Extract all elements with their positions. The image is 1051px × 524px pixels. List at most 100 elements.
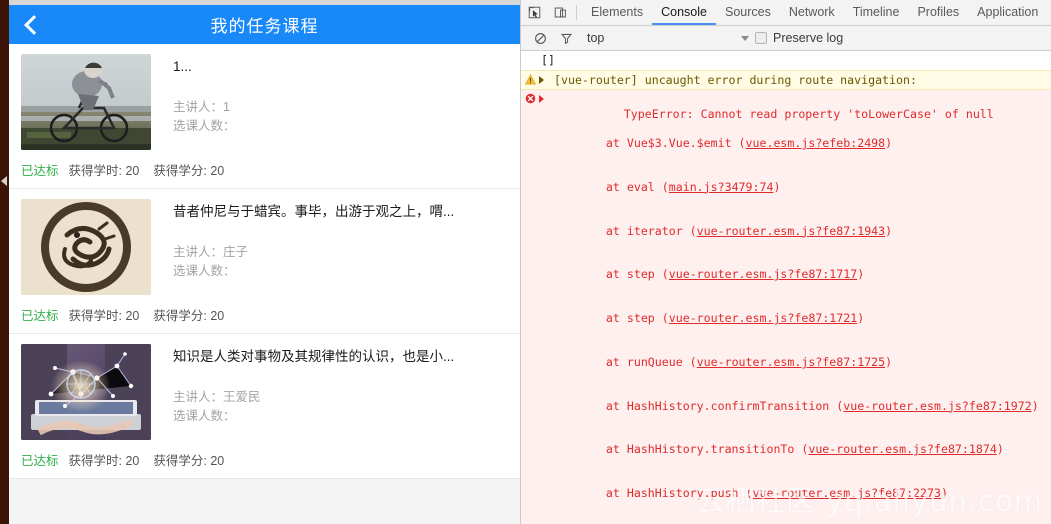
course-card-body: 1... 主讲人：1 选课人数： (21, 54, 508, 150)
stack-frame-close: ) (940, 486, 948, 501)
course-footer: 已达标 获得学时: 20 获得学分: 20 (21, 160, 508, 179)
course-meta: 主讲人：王爱民 选课人数： (173, 388, 508, 426)
warning-icon (521, 73, 539, 88)
course-meta: 主讲人：1 选课人数： (173, 98, 508, 136)
course-meta: 主讲人：庄子 选课人数： (173, 243, 508, 281)
stack-frame-fn: at Vue$3.Vue.$emit ( (578, 135, 746, 150)
console-row-warning[interactable]: [vue-router] uncaught error during route… (521, 69, 1051, 91)
course-hours: 获得学时: 20 (68, 164, 140, 178)
stack-frame-fn: at HashHistory.push ( (578, 486, 753, 501)
stack-frame-close: ) (773, 179, 781, 194)
expand-triangle-icon[interactable] (539, 75, 550, 84)
rail-resize-handle-icon[interactable] (1, 176, 7, 186)
course-footer: 已达标 获得学时: 20 获得学分: 20 (21, 450, 508, 469)
lecturer-label: 主讲人： (173, 100, 224, 114)
list-item[interactable]: 昔者仲尼与于蜡宾。事毕，出游于观之上，喟... 主讲人：庄子 选课人数： 已达标… (9, 189, 520, 334)
tab-sources[interactable]: Sources (716, 0, 780, 25)
stack-frame-fn: at iterator ( (578, 223, 697, 238)
console-context-value: top (587, 31, 605, 45)
stack-frame-source[interactable]: vue-router.esm.js?fe87:1874 (808, 442, 996, 456)
course-enrolled: 选课人数： (173, 407, 508, 426)
mobile-viewport: 我的任务课程 1... 主讲人：1 选课人数： 已达标 获得学时: 20 获得学… (9, 0, 520, 524)
course-credits: 获得学分: 20 (153, 164, 225, 178)
course-title: 知识是人类对事物及其规律性的认识，也是小... (173, 349, 455, 364)
error-title: TypeError: Cannot read property 'toLower… (623, 106, 994, 121)
course-title: 昔者仲尼与于蜡宾。事毕，出游于观之上，喟... (173, 204, 455, 219)
stack-frame-source[interactable]: vue-router.esm.js?fe87:2273 (753, 486, 941, 500)
status-badge: 已达标 (21, 164, 59, 178)
chevron-left-icon (24, 14, 44, 35)
preserve-log-label[interactable]: Preserve log (773, 31, 843, 45)
stack-frame-fn: at runQueue ( (578, 354, 697, 369)
tab-timeline[interactable]: Timeline (844, 0, 909, 25)
expand-triangle-icon[interactable] (539, 95, 550, 104)
console-context-select[interactable]: top (587, 31, 755, 45)
stack-frame-source[interactable]: vue-router.esm.js?fe87:1972 (843, 399, 1031, 413)
enrolled-label: 选课人数： (173, 264, 236, 278)
course-hours: 获得学时: 20 (68, 454, 140, 468)
console-row-empty-array: [] (521, 51, 1051, 70)
stack-frame: at HashHistory.transitionTo (vue-router.… (554, 442, 1051, 457)
warning-message: [vue-router] uncaught error during route… (554, 72, 917, 87)
stack-frame-fn: at step ( (578, 267, 669, 282)
course-enrolled: 选课人数： (173, 262, 508, 281)
course-list[interactable]: 1... 主讲人：1 选课人数： 已达标 获得学时: 20 获得学分: 20 昔… (9, 44, 520, 524)
devtools-tabbar: Elements Console Sources Network Timelin… (521, 0, 1051, 26)
course-lecturer: 主讲人：王爱民 (173, 388, 508, 407)
stack-frame-fn: at HashHistory.confirmTransition ( (578, 398, 844, 413)
console-empty-array-value: [] (541, 53, 555, 67)
lecturer-value: 1 (223, 100, 230, 114)
stack-frame-source[interactable]: vue-router.esm.js?fe87:1725 (697, 355, 885, 369)
stack-frame-close: ) (857, 311, 865, 326)
chevron-down-icon (741, 35, 749, 41)
toggle-device-toolbar-icon[interactable] (547, 0, 573, 25)
course-footer: 已达标 获得学时: 20 获得学分: 20 (21, 305, 508, 324)
app-header-bar: 我的任务课程 (9, 5, 520, 44)
device-emulation-rail (0, 0, 9, 524)
error-stack-block: TypeError: Cannot read property 'toLower… (554, 92, 1051, 524)
tab-console[interactable]: Console (652, 0, 716, 25)
lecturer-value: 庄子 (223, 245, 249, 259)
back-button[interactable] (9, 5, 55, 44)
list-item[interactable]: 知识是人类对事物及其规律性的认识，也是小... 主讲人：王爱民 选课人数： 已达… (9, 334, 520, 479)
lecturer-label: 主讲人： (173, 390, 224, 404)
stack-frame-close: ) (885, 223, 893, 238)
stack-frame-source[interactable]: main.js?3479:74 (669, 180, 774, 194)
course-title: 1... (173, 59, 192, 74)
tab-network[interactable]: Network (780, 0, 844, 25)
stack-frame: at runQueue (vue-router.esm.js?fe87:1725… (554, 355, 1051, 370)
tab-profiles[interactable]: Profiles (908, 0, 968, 25)
stack-frame-source[interactable]: vue.esm.js?efeb:2498 (746, 136, 886, 150)
stack-frame-close: ) (1031, 398, 1039, 413)
clear-console-icon[interactable] (527, 32, 553, 45)
course-credits: 获得学分: 20 (153, 454, 225, 468)
stack-frame: at iterator (vue-router.esm.js?fe87:1943… (554, 224, 1051, 239)
stack-frame-source[interactable]: vue-router.esm.js?fe87:1943 (697, 224, 885, 238)
course-card-body: 知识是人类对事物及其规律性的认识，也是小... 主讲人：王爱民 选课人数： (21, 344, 508, 440)
tab-application[interactable]: Application (968, 0, 1047, 25)
course-thumbnail-dragon-seal (21, 199, 151, 295)
stack-frame-close: ) (996, 442, 1004, 457)
tab-elements[interactable]: Elements (582, 0, 652, 25)
list-item[interactable]: 1... 主讲人：1 选课人数： 已达标 获得学时: 20 获得学分: 20 (9, 44, 520, 189)
stack-frame-fn: at step ( (578, 311, 669, 326)
stack-frame: at HashHistory.push (vue-router.esm.js?f… (554, 486, 1051, 501)
filter-funnel-icon[interactable] (553, 32, 579, 45)
inspect-element-icon[interactable] (521, 0, 547, 25)
stack-frame-close: ) (857, 267, 865, 282)
enrolled-label: 选课人数： (173, 409, 236, 423)
console-messages[interactable]: [] [vue-router] uncaught error during ro… (521, 51, 1051, 524)
status-badge: 已达标 (21, 309, 59, 323)
stack-frame-source[interactable]: vue-router.esm.js?fe87:1717 (669, 267, 857, 281)
lecturer-value: 王爱民 (223, 390, 261, 404)
course-text-block: 1... 主讲人：1 选课人数： (151, 54, 508, 136)
lecturer-label: 主讲人： (173, 245, 224, 259)
stack-frame: at eval (main.js?3479:74) (554, 180, 1051, 195)
preserve-log-checkbox[interactable] (755, 32, 767, 44)
console-row-error[interactable]: TypeError: Cannot read property 'toLower… (521, 90, 1051, 524)
page-title: 我的任务课程 (210, 17, 319, 36)
course-enrolled: 选课人数： (173, 117, 508, 136)
screen-root: 我的任务课程 1... 主讲人：1 选课人数： 已达标 获得学时: 20 获得学… (0, 0, 1051, 524)
stack-frame-fn: at eval ( (578, 179, 669, 194)
stack-frame-source[interactable]: vue-router.esm.js?fe87:1721 (669, 311, 857, 325)
